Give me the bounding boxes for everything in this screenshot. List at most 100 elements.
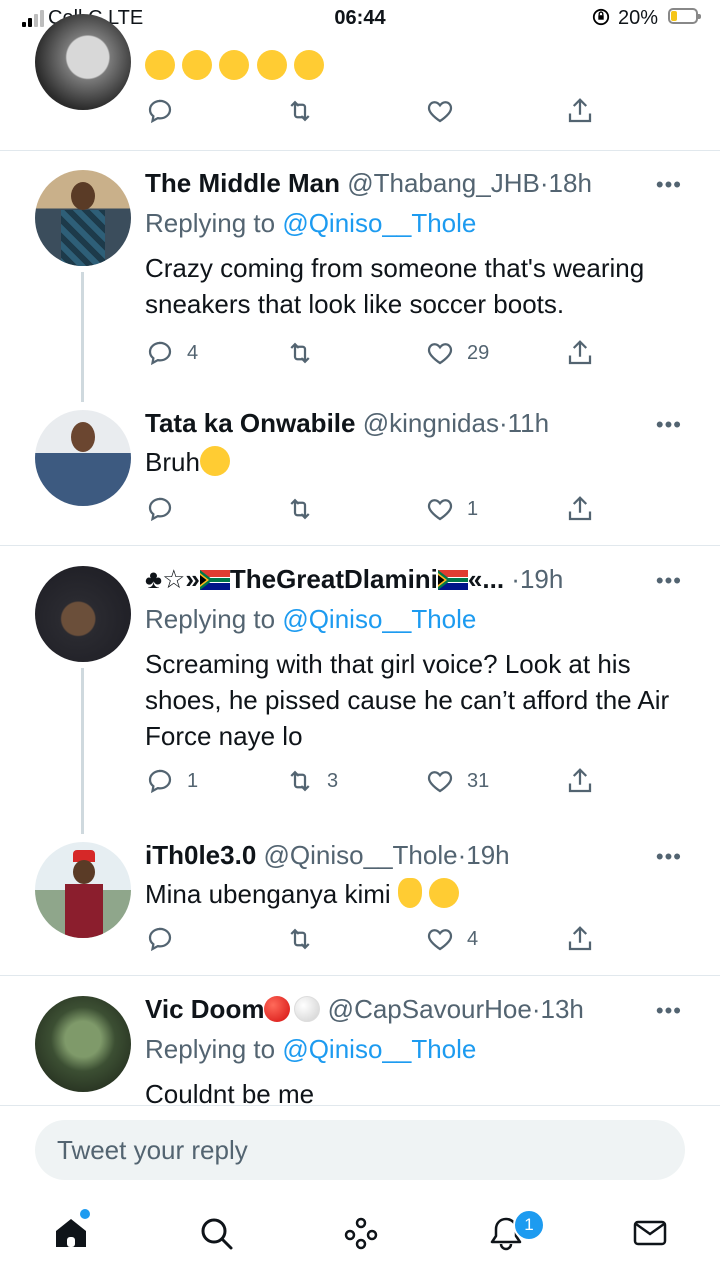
mention-link[interactable]: @Qiniso__Thole: [282, 1034, 476, 1064]
tweet[interactable]: Tata ka Onwabile @kingnidas·11h ••• Bruh…: [0, 408, 720, 533]
retweet-button[interactable]: 3: [285, 764, 338, 798]
retweet-button[interactable]: [285, 492, 315, 526]
more-options-icon[interactable]: •••: [656, 844, 682, 870]
reply-button[interactable]: 4: [145, 336, 198, 370]
red-circle-icon: [264, 996, 291, 1022]
tweet-header: The Middle Man @Thabang_JHB·18h: [145, 168, 592, 198]
handle[interactable]: @CapSavourHoe: [328, 994, 532, 1024]
tweet[interactable]: [0, 0, 720, 150]
tweet-text: Crazy coming from someone that's wearing…: [145, 253, 645, 319]
avatar[interactable]: [35, 170, 131, 266]
retweet-icon: [290, 498, 310, 520]
home-icon: [56, 1219, 86, 1247]
mention-link[interactable]: @Qiniso__Thole: [282, 208, 476, 238]
reply-button[interactable]: [145, 922, 175, 956]
avatar[interactable]: [35, 996, 131, 1092]
display-name[interactable]: Vic Doom: [145, 994, 264, 1024]
nav-home[interactable]: [51, 1213, 91, 1253]
like-button[interactable]: 4: [425, 922, 478, 956]
retweet-button[interactable]: [285, 336, 315, 370]
separator-dot: ·: [511, 564, 520, 594]
messages-icon: [633, 1220, 667, 1246]
like-icon: [427, 771, 453, 793]
more-options-icon[interactable]: •••: [656, 998, 682, 1024]
like-button[interactable]: [425, 94, 455, 128]
search-icon: [201, 1218, 233, 1250]
retweet-button[interactable]: [285, 94, 315, 128]
bottom-nav: [0, 1195, 720, 1280]
south-africa-flag-icon: [437, 570, 468, 590]
reply-icon: [148, 927, 172, 952]
share-button[interactable]: [565, 336, 595, 370]
like-count: 1: [467, 497, 479, 520]
tweet-emojis: [145, 48, 695, 84]
share-button[interactable]: [565, 764, 595, 798]
avatar[interactable]: [35, 566, 131, 662]
avatar[interactable]: [35, 410, 131, 506]
divider: [0, 975, 720, 976]
retweet-button[interactable]: [285, 922, 315, 956]
reply-button[interactable]: [145, 492, 175, 526]
like-button[interactable]: 29: [425, 336, 489, 370]
display-name[interactable]: Tata ka Onwabile: [145, 408, 355, 438]
handle[interactable]: @Thabang_JHB: [347, 168, 540, 198]
like-count: 4: [467, 927, 479, 950]
retweet-icon: [290, 342, 310, 364]
thinking-emoji-icon: [199, 446, 230, 476]
reply-icon: [148, 99, 172, 124]
timestamp[interactable]: 18h: [549, 168, 592, 198]
retweet-icon: [290, 770, 310, 792]
crossed-fingers-emoji-icon: [397, 878, 422, 908]
share-button[interactable]: [565, 94, 595, 128]
tweet-text-content: Mina ubenganya kimi: [145, 879, 391, 909]
more-options-icon[interactable]: •••: [656, 172, 682, 198]
like-icon: [427, 499, 453, 521]
timestamp[interactable]: 19h: [466, 840, 509, 870]
tweet-actions: 1 3 31: [145, 764, 605, 798]
replying-to-label: Replying to: [145, 208, 276, 238]
replying-to-label: Replying to: [145, 1034, 276, 1064]
display-name[interactable]: ♣☆» TheGreatDlamini «...: [145, 564, 504, 594]
like-count: 31: [467, 769, 490, 792]
nav-messages[interactable]: [630, 1213, 670, 1253]
thread-line: [81, 272, 84, 402]
avatar[interactable]: [35, 14, 131, 110]
nav-search[interactable]: [196, 1213, 236, 1253]
like-count: 29: [467, 341, 490, 364]
tweet[interactable]: Vic Doom @CapSavourHoe·13h ••• Replying …: [0, 994, 720, 1105]
reply-feed: The Middle Man @Thabang_JHB·18h ••• Repl…: [0, 0, 720, 1105]
share-icon: [568, 340, 592, 365]
like-button[interactable]: 1: [425, 492, 478, 526]
tweet-header: Tata ka Onwabile @kingnidas·11h: [145, 408, 549, 438]
retweet-count: 3: [327, 769, 339, 792]
reply-button[interactable]: 1: [145, 764, 198, 798]
more-options-icon[interactable]: •••: [656, 568, 682, 594]
reply-input[interactable]: [35, 1120, 685, 1180]
tweet-actions: 1: [145, 492, 605, 526]
share-button[interactable]: [565, 492, 595, 526]
timestamp[interactable]: 11h: [508, 408, 549, 438]
handle[interactable]: @Qiniso__Thole: [264, 840, 458, 870]
display-name[interactable]: iTh0le3.0: [145, 840, 256, 870]
like-button[interactable]: 31: [425, 764, 489, 798]
mention-link[interactable]: @Qiniso__Thole: [282, 604, 476, 634]
avatar[interactable]: [35, 842, 131, 938]
share-icon: [568, 768, 592, 793]
more-options-icon[interactable]: •••: [656, 412, 682, 438]
nav-spaces[interactable]: [341, 1213, 381, 1253]
handle[interactable]: @kingnidas: [363, 408, 499, 438]
new-content-indicator: [80, 1209, 90, 1219]
timestamp[interactable]: 19h: [520, 564, 563, 594]
timestamp[interactable]: 13h: [541, 994, 584, 1024]
notifications-badge: 1: [513, 1209, 545, 1241]
tweet[interactable]: ♣☆» TheGreatDlamini «... ·19h ••• Replying…: [0, 564, 720, 834]
reply-composer[interactable]: [35, 1120, 685, 1180]
share-button[interactable]: [565, 922, 595, 956]
separator-dot: ·: [498, 408, 508, 438]
display-name[interactable]: The Middle Man: [145, 168, 340, 198]
tweet[interactable]: iTh0le3.0 @Qiniso__Thole·19h ••• Mina ub…: [0, 840, 720, 965]
divider: [0, 150, 720, 151]
like-icon: [427, 101, 453, 123]
reply-button[interactable]: [145, 94, 175, 128]
tweet[interactable]: The Middle Man @Thabang_JHB·18h ••• Repl…: [0, 168, 720, 402]
